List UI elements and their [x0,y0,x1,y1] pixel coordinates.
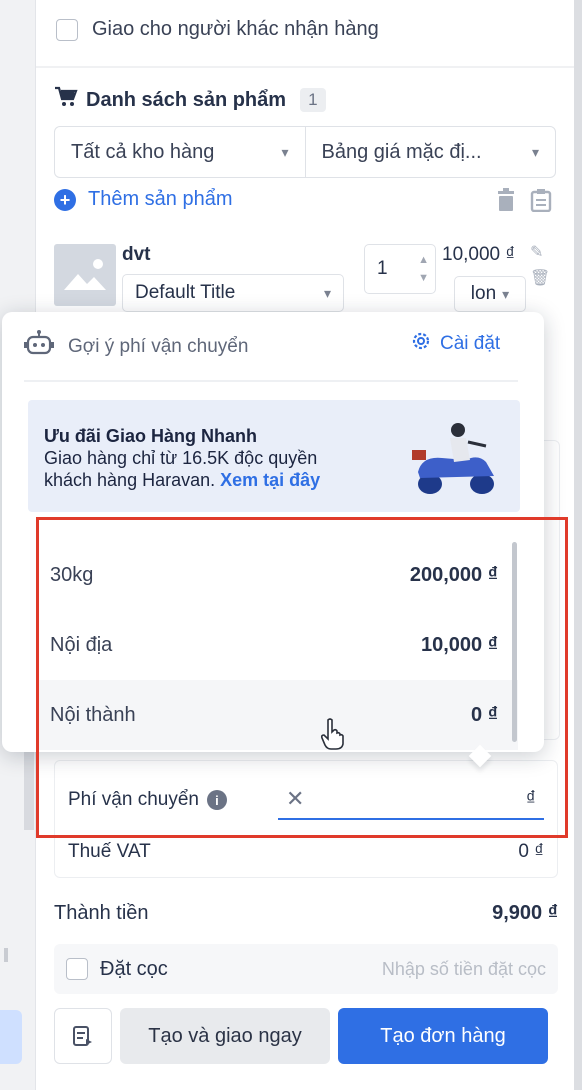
hand-cursor-icon [320,718,344,750]
variant-select[interactable]: Default Title ▾ [122,274,344,312]
plus-circle-icon: + [54,188,76,211]
vat-label: Thuế VAT [68,841,151,862]
vat-row: Thuế VAT 0 ₫ [54,832,558,872]
shipping-option-price: 200,000 ₫ [409,563,498,586]
other-receiver-row[interactable]: Giao cho người khác nhận hàng [56,18,379,41]
quantity-stepper[interactable]: 1 ▲ ▼ [364,244,436,294]
robot-icon [24,330,54,364]
product-row-actions: ✎ 🗑 [530,240,550,292]
add-product-button[interactable]: + Thêm sản phẩm [54,188,233,211]
total-label: Thành tiền [54,902,149,924]
left-shade [24,740,34,830]
document-icon [73,1026,92,1046]
left-blue-button[interactable] [0,1010,22,1064]
warehouse-select-value: Tất cả kho hàng [71,140,215,163]
shipping-option-name: Nội địa [50,633,113,656]
deposit-row: Đặt cọc Nhập số tiền đặt cọc [54,944,558,994]
shipping-fee-row: Phí vận chuyển i ✕ ₫ [54,770,558,830]
deposit-checkbox[interactable] [66,958,88,980]
settings-label: Cài đặt [440,333,501,354]
shipping-option-price: 0 ₫ [471,703,498,726]
scooter-icon [412,423,494,494]
total-value: 9,900 ₫ [492,902,558,924]
shipping-option-price: 10,000 ₫ [421,633,498,656]
shipping-fee-label: Phí vận chuyển [68,789,199,810]
popover-header: Gợi ý phí vận chuyển [24,330,248,364]
quantity-value: 1 [377,258,388,279]
shipping-fee-label-wrap: Phí vận chuyển i [68,789,227,811]
add-product-label: Thêm sản phẩm [88,188,233,210]
pencil-icon[interactable]: ✎ [530,240,550,266]
trash-icon[interactable]: 🗑 [530,266,550,292]
info-icon[interactable]: i [206,790,227,810]
total-row: Thành tiền 9,900 ₫ [54,902,558,925]
promo-link[interactable]: Xem tại đây [220,470,320,490]
create-order-button[interactable]: Tạo đơn hàng [338,1008,548,1064]
product-count-badge: 1 [300,88,326,112]
cart-icon [54,86,78,114]
pricelist-select[interactable]: Bảng giá mặc đị... ▾ [304,127,556,177]
shipping-option-name: Nội thành [50,703,136,726]
ghn-promo-banner: Ưu đãi Giao Hàng Nhanh Giao hàng chỉ từ … [28,400,520,512]
shipping-option[interactable]: 30kg 200,000 ₫ [38,540,518,610]
unit-select-value: lon [470,283,497,304]
other-receiver-checkbox[interactable] [56,18,78,41]
gear-icon [410,330,432,358]
divider [36,66,574,68]
action-bar: Tạo và giao ngay Tạo đơn hàng [54,1008,558,1064]
promo-line-3-text: khách hàng Haravan. [44,470,216,490]
shipping-option[interactable]: Nội địa 10,000 ₫ [38,610,518,680]
shipping-fee-input[interactable]: ✕ ₫ [278,780,544,820]
deposit-label: Đặt cọc [100,957,168,980]
product-list-title: Danh sách sản phẩm [86,88,287,111]
vat-value: 0 ₫ [518,841,544,862]
right-edge [574,0,582,1090]
stepper-arrows-icon[interactable]: ▲ ▼ [418,251,429,287]
product-list-header: Danh sách sản phẩm 1 [54,86,326,114]
shipping-option[interactable]: Nội thành 0 ₫ [38,680,518,750]
product-image-placeholder [54,244,116,306]
image-icon [64,259,106,290]
left-marker [4,948,8,962]
chevron-down-icon: ▾ [531,143,539,160]
warehouse-select[interactable]: Tất cả kho hàng ▾ [55,127,305,177]
unit-select[interactable]: lon ▾ [454,276,526,312]
chevron-down-icon: ▾ [502,285,510,302]
options-scrollbar[interactable] [512,542,517,742]
product-list-tools [496,188,552,217]
shipping-option-name: 30kg [50,563,94,586]
product-name: dvt [122,244,151,265]
promo-line-1: Ưu đãi Giao Hàng Nhanh [44,426,257,446]
shipping-fee-currency: ₫ [525,787,536,810]
deposit-input[interactable]: Nhập số tiền đặt cọc [382,959,546,980]
clipboard-icon[interactable] [530,188,552,217]
shipping-suggestion-popover: Gợi ý phí vận chuyển Cài đặt Ưu đãi Giao… [2,312,544,768]
create-and-ship-button[interactable]: Tạo và giao ngay [120,1008,330,1064]
trash-icon[interactable] [496,188,516,217]
divider [24,380,518,382]
other-receiver-label: Giao cho người khác nhận hàng [92,18,379,40]
variant-select-value: Default Title [135,282,236,303]
shipping-options-list: 30kg 200,000 ₫ Nội địa 10,000 ₫ Nội thàn… [38,540,518,750]
popover-title: Gợi ý phí vận chuyển [68,336,249,357]
product-filters: Tất cả kho hàng ▾ Bảng giá mặc đị... ▾ [54,126,556,178]
product-price: 10,000 ₫ [442,244,516,265]
promo-line-3: khách hàng Haravan. Xem tại đây [44,470,320,491]
settings-link[interactable]: Cài đặt [410,330,500,358]
draft-button[interactable] [54,1008,112,1064]
close-icon[interactable]: ✕ [286,786,304,812]
chevron-down-icon: ▾ [281,143,289,160]
chevron-down-icon: ▾ [323,284,331,301]
pricelist-select-value: Bảng giá mặc đị... [321,140,482,163]
promo-line-2: Giao hàng chỉ từ 16.5K độc quyền [44,448,318,468]
